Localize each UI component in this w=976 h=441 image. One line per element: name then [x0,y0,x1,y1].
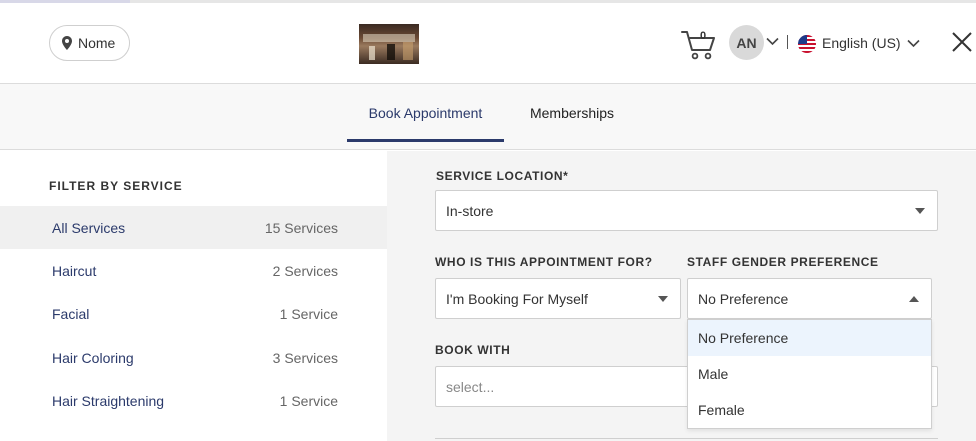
caret-down-icon [915,208,925,214]
us-flag-icon [798,35,816,53]
gender-preference-label: STAFF GENDER PREFERENCE [687,255,879,269]
sidebar-item-label: Hair Coloring [52,349,134,366]
service-filter-sidebar: FILTER BY SERVICE All Services 15 Servic… [0,151,387,441]
cart-icon[interactable] [681,29,717,61]
service-location-select[interactable]: In-store [435,190,938,231]
option-no-preference[interactable]: No Preference [688,320,931,356]
salon-logo[interactable] [359,24,419,64]
chevron-down-icon[interactable] [766,37,779,46]
service-location-label: SERVICE LOCATION* [436,169,569,183]
sidebar-item-all-services[interactable]: All Services 15 Services [0,206,387,249]
sidebar-item-hair-straightening[interactable]: Hair Straightening 1 Service [0,379,387,422]
book-with-placeholder: select... [446,378,495,395]
option-female[interactable]: Female [688,392,931,428]
appointment-for-value: I'm Booking For Myself [446,290,588,307]
sidebar-item-count: 2 Services [272,262,338,279]
sidebar-item-count: 3 Services [272,349,338,366]
location-button[interactable]: Nome [49,25,131,61]
gender-preference-dropdown: No Preference Male Female [687,319,932,429]
map-pin-icon [62,36,72,50]
gender-preference-select[interactable]: No Preference [687,278,932,319]
tab-book-appointment[interactable]: Book Appointment [347,84,504,142]
sidebar-item-hair-coloring[interactable]: Hair Coloring 3 Services [0,336,387,379]
sidebar-item-count: 1 Service [279,305,338,322]
tab-memberships[interactable]: Memberships [515,84,629,142]
sidebar-item-label: Facial [52,305,90,322]
sidebar-item-count: 1 Service [279,392,338,409]
appointment-for-label: WHO IS THIS APPOINTMENT FOR? [435,255,653,269]
sidebar-title: FILTER BY SERVICE [49,179,183,193]
service-location-value: In-store [446,202,494,219]
appointment-for-select[interactable]: I'm Booking For Myself [435,278,681,319]
caret-up-icon [909,296,919,302]
cart-count-badge: 0 [700,30,707,42]
field-border [435,438,938,439]
language-selector[interactable]: English (US) [822,35,901,51]
close-icon[interactable] [951,31,973,53]
tabs-bar: Book Appointment Memberships [0,84,976,150]
option-male[interactable]: Male [688,356,931,392]
sidebar-item-count: 15 Services [264,219,338,236]
avatar[interactable]: AN [729,25,764,60]
caret-down-icon [658,296,668,302]
book-with-label: BOOK WITH [435,343,511,357]
divider [787,35,788,49]
chevron-down-icon[interactable] [907,39,920,48]
active-tab-indicator [347,139,504,142]
sidebar-item-haircut[interactable]: Haircut 2 Services [0,249,387,292]
sidebar-item-facial[interactable]: Facial 1 Service [0,292,387,335]
header: Nome 0 AN English (US) [0,3,976,84]
sidebar-item-label: Haircut [52,262,97,279]
location-label: Nome [78,35,116,51]
sidebar-item-label: All Services [52,219,126,236]
gender-preference-value: No Preference [698,290,789,307]
sidebar-item-label: Hair Straightening [52,392,165,409]
